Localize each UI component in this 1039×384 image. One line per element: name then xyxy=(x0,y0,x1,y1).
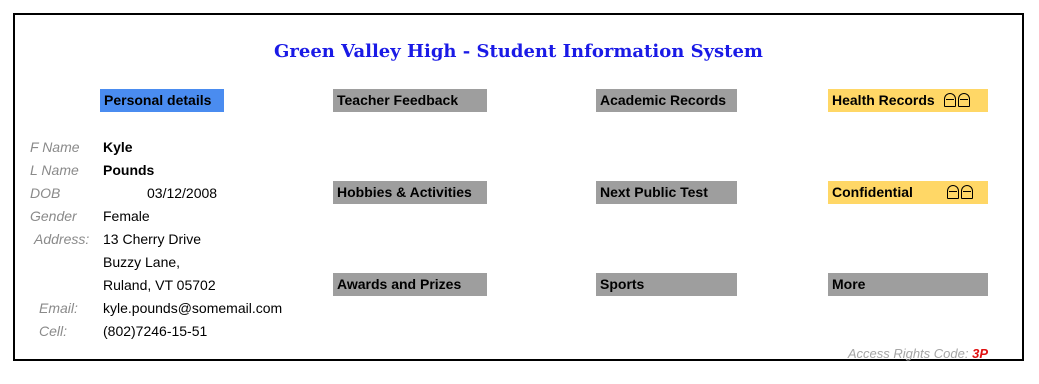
cell-value: (802)7246-15-51 xyxy=(103,323,208,339)
lock-icon xyxy=(961,185,973,199)
fname-value: Kyle xyxy=(103,139,133,155)
tab-confidential[interactable]: Confidential xyxy=(828,181,988,204)
access-rights-label: Access Rights Code: xyxy=(847,346,973,361)
tab-label: More xyxy=(832,276,866,292)
tab-more[interactable]: More xyxy=(828,273,988,296)
email-label: Email: xyxy=(39,300,78,316)
gender-value: Female xyxy=(103,208,150,224)
tab-label: Academic Records xyxy=(600,92,727,108)
tab-label: Sports xyxy=(600,276,645,292)
email-value: kyle.pounds@somemail.com xyxy=(103,300,283,316)
tab-academic-records[interactable]: Academic Records xyxy=(596,89,737,112)
tab-personal-details[interactable]: Personal details xyxy=(100,89,224,112)
page-title: Green Valley High - Student Information … xyxy=(274,41,763,62)
main-frame: Green Valley High - Student Information … xyxy=(13,13,1024,361)
tab-label: Teacher Feedback xyxy=(337,92,459,108)
cell-label: Cell: xyxy=(39,323,68,339)
tab-hobbies-activities[interactable]: Hobbies & Activities xyxy=(333,181,487,204)
tab-label: Hobbies & Activities xyxy=(337,184,472,200)
lock-icon xyxy=(958,93,970,107)
tab-sports[interactable]: Sports xyxy=(596,273,737,296)
address-line-1: 13 Cherry Drive xyxy=(103,231,202,247)
tab-label: Awards and Prizes xyxy=(337,276,462,292)
lname-label: L Name xyxy=(30,162,79,178)
address-line-3: Ruland, VT 05702 xyxy=(103,277,216,293)
address-line-2: Buzzy Lane, xyxy=(103,254,181,270)
tab-label: Personal details xyxy=(104,92,212,108)
tab-awards-prizes[interactable]: Awards and Prizes xyxy=(333,273,487,296)
tab-teacher-feedback[interactable]: Teacher Feedback xyxy=(333,89,487,112)
lock-icons xyxy=(944,93,970,107)
lname-value: Pounds xyxy=(103,162,155,178)
dob-label: DOB xyxy=(30,185,61,201)
tab-label: Next Public Test xyxy=(600,184,708,200)
gender-label: Gender xyxy=(30,208,77,224)
tab-health-records[interactable]: Health Records xyxy=(828,89,988,112)
access-rights: Access Rights Code: 3P xyxy=(848,346,988,361)
lock-icons xyxy=(947,185,973,199)
fname-label: F Name xyxy=(30,139,80,155)
tab-label: Health Records xyxy=(832,92,935,108)
lock-icon xyxy=(944,93,956,107)
address-label: Address: xyxy=(34,231,90,247)
dob-value: 03/12/2008 xyxy=(147,185,218,201)
tab-label: Confidential xyxy=(832,184,913,200)
lock-icon xyxy=(947,185,959,199)
tab-next-public-test[interactable]: Next Public Test xyxy=(596,181,737,204)
access-rights-code: 3P xyxy=(972,346,988,361)
